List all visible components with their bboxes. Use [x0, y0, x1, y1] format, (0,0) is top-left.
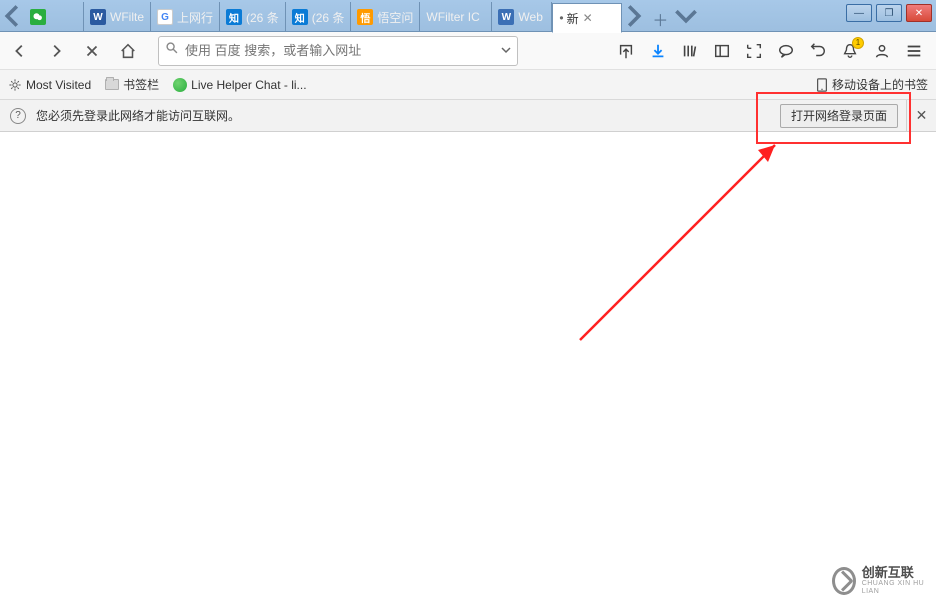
tab-google[interactable]: G 上网行: [151, 2, 220, 32]
tab-label: 上网行: [177, 9, 213, 26]
screenshot-icon[interactable]: [742, 39, 766, 63]
address-input[interactable]: [185, 43, 497, 58]
tab-web[interactable]: W Web: [492, 2, 552, 32]
tab-zhihu-2[interactable]: 知 (26 条: [286, 2, 352, 32]
forward-button[interactable]: [42, 37, 70, 65]
close-tab-icon[interactable]: ✕: [583, 11, 593, 25]
network-login-notification: ? 您必须先登录此网络才能访问互联网。 打开网络登录页面 ✕: [0, 100, 936, 132]
tab-wfilter-2[interactable]: WFilter IC: [420, 2, 492, 32]
annotation-arrow: [560, 130, 800, 350]
info-icon: ?: [10, 108, 26, 124]
stop-reload-button[interactable]: [78, 37, 106, 65]
globe-icon: W: [90, 9, 106, 25]
mobile-bookmarks-item[interactable]: 移动设备上的书签: [816, 76, 928, 93]
mobile-icon: [816, 78, 828, 92]
send-to-device-icon[interactable]: [614, 39, 638, 63]
tab-wfilter-1[interactable]: W WFilte: [84, 2, 151, 32]
folder-icon: [105, 79, 119, 90]
maximize-button[interactable]: ❐: [876, 4, 902, 22]
dirty-indicator: •: [559, 11, 563, 25]
most-visited-label: Most Visited: [26, 78, 91, 92]
undo-closed-tab-icon[interactable]: [806, 39, 830, 63]
tab-wechat[interactable]: [24, 2, 84, 32]
tab-strip: W WFilte G 上网行 知 (26 条 知 (26 条 悟 悟空问 WFi…: [0, 0, 698, 32]
w-icon: W: [498, 9, 514, 25]
back-button[interactable]: [6, 37, 34, 65]
downloads-icon[interactable]: [646, 39, 670, 63]
watermark-line1: 创新互联: [862, 566, 928, 580]
tab-label: (26 条: [246, 9, 279, 26]
mobile-bookmarks-label: 移动设备上的书签: [832, 76, 928, 93]
livehelper-bookmark[interactable]: Live Helper Chat - li...: [173, 78, 306, 92]
tabs-scroll-left: [0, 0, 24, 32]
chat-icon[interactable]: [774, 39, 798, 63]
zhihu-icon: 知: [226, 9, 242, 25]
watermark-logo: 创新互联 CHUANG XIN HU LIAN: [832, 564, 928, 598]
sidebar-icon[interactable]: [710, 39, 734, 63]
window-controls: — ❐ ✕: [846, 4, 932, 22]
watermark-icon: [832, 567, 856, 595]
navigation-toolbar: 1: [0, 32, 936, 70]
tabs-dropdown[interactable]: [674, 0, 698, 32]
notification-badge: 1: [852, 37, 864, 49]
livehelper-label: Live Helper Chat - li...: [191, 78, 306, 92]
search-icon: [165, 41, 179, 60]
tab-label: (26 条: [312, 9, 345, 26]
notification-message: 您必须先登录此网络才能访问互联网。: [36, 107, 240, 124]
new-tab-button[interactable]: ＋: [646, 6, 674, 32]
google-icon: G: [157, 9, 173, 25]
tab-label: 新: [567, 10, 579, 27]
close-notification-button[interactable]: ✕: [906, 100, 936, 132]
home-button[interactable]: [114, 37, 142, 65]
bookmarks-toolbar: Most Visited 书签栏 Live Helper Chat - li..…: [0, 70, 936, 100]
library-icon[interactable]: [678, 39, 702, 63]
address-bar[interactable]: [158, 36, 518, 66]
notifications-icon[interactable]: 1: [838, 39, 862, 63]
address-dropdown-icon[interactable]: [501, 42, 511, 60]
title-bar: W WFilte G 上网行 知 (26 条 知 (26 条 悟 悟空问 WFi…: [0, 0, 936, 32]
bookmarks-folder-label: 书签栏: [123, 76, 159, 93]
minimize-button[interactable]: —: [846, 4, 872, 22]
zhihu-icon: 知: [292, 9, 308, 25]
open-network-login-button[interactable]: 打开网络登录页面: [780, 104, 898, 128]
close-window-button[interactable]: ✕: [906, 4, 932, 22]
wukong-icon: 悟: [357, 9, 373, 25]
tab-label: 悟空问: [377, 9, 413, 26]
tab-label: WFilte: [110, 10, 144, 24]
toolbar-right: 1: [614, 39, 930, 63]
tab-zhihu-1[interactable]: 知 (26 条: [220, 2, 286, 32]
tab-label: WFilter IC: [426, 10, 479, 24]
tab-label: Web: [518, 10, 542, 24]
tab-new-active[interactable]: • 新 ✕: [552, 3, 622, 33]
wechat-icon: [30, 9, 46, 25]
watermark-line2: CHUANG XIN HU LIAN: [862, 580, 928, 595]
tab-wukong[interactable]: 悟 悟空问: [351, 2, 420, 32]
livehelper-icon: [173, 78, 187, 92]
app-menu-icon[interactable]: [902, 39, 926, 63]
login-button-label: 打开网络登录页面: [791, 107, 887, 124]
most-visited-item[interactable]: Most Visited: [8, 78, 91, 92]
bookmarks-folder-item[interactable]: 书签栏: [105, 76, 159, 93]
account-icon[interactable]: [870, 39, 894, 63]
tabs-scroll-right[interactable]: [622, 0, 646, 32]
gear-icon: [8, 78, 22, 92]
